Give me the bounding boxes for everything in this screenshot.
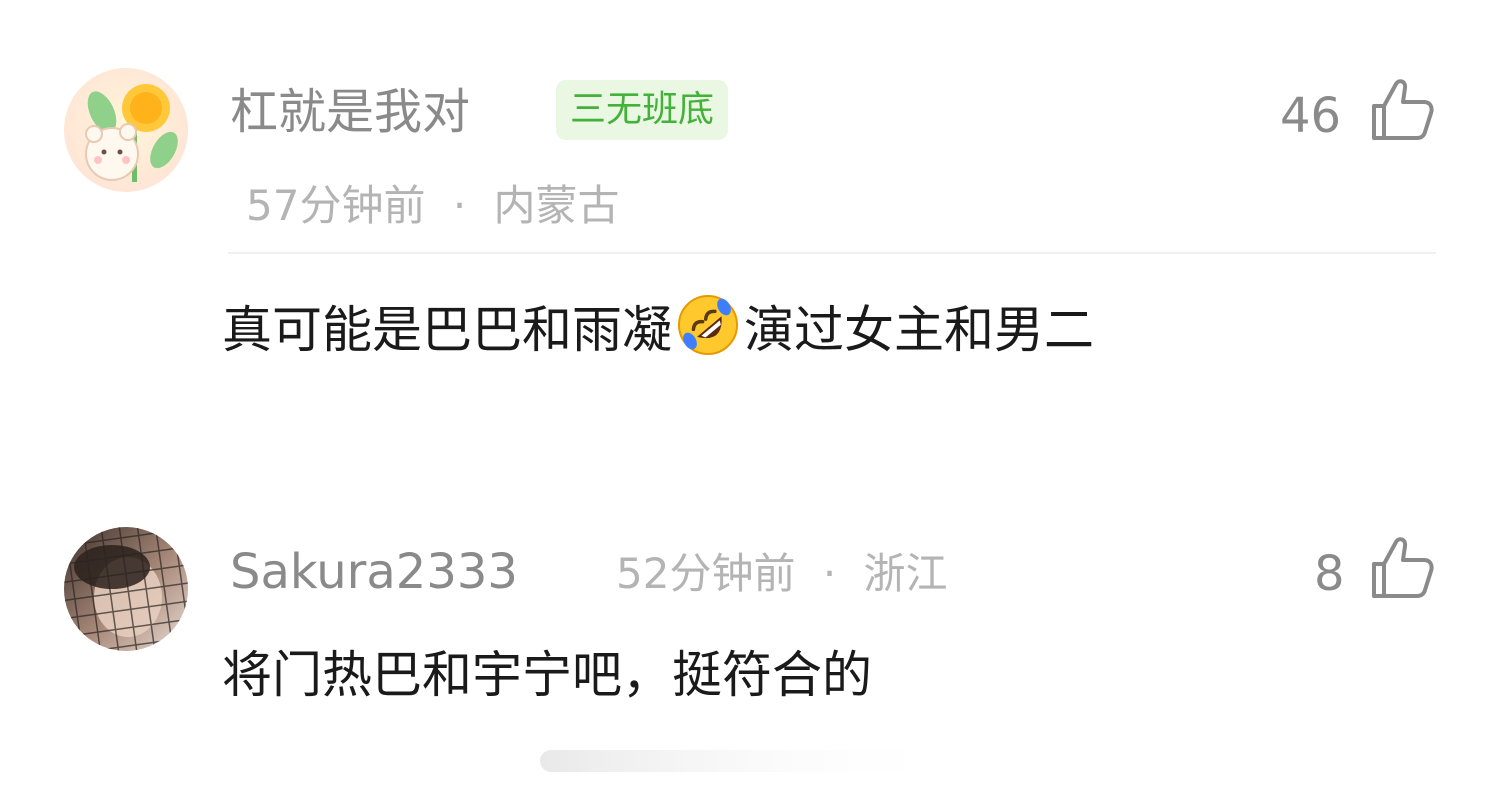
user-badge: 三无班底: [556, 80, 729, 140]
comment-location: 浙江: [863, 549, 948, 598]
divider: [228, 252, 1436, 254]
comment-text: 演过女主和男二: [744, 301, 1094, 359]
comment-content: 将门热巴和宇宁吧，挺符合的: [222, 646, 872, 704]
like-count: 46: [1280, 88, 1342, 144]
comment-time: 57分钟前: [246, 181, 426, 230]
rolling-on-floor-laughing-icon: [676, 293, 740, 357]
comment-meta: 52分钟前 · 浙江: [616, 553, 948, 595]
username[interactable]: Sakura2333: [230, 548, 518, 596]
meta-separator: ·: [822, 549, 837, 598]
username[interactable]: 杠就是我对: [230, 88, 470, 136]
like-count: 8: [1314, 546, 1345, 602]
comment-location: 内蒙古: [493, 181, 620, 230]
comment-text: 真可能是巴巴和雨凝: [222, 301, 672, 359]
comment-content: 真可能是巴巴和雨凝 演过女主和男二: [222, 293, 1094, 357]
avatar[interactable]: [64, 527, 188, 651]
thumbs-up-icon[interactable]: [1368, 534, 1436, 602]
comment-meta: 57分钟前 · 内蒙古: [246, 185, 620, 227]
meta-separator: ·: [452, 181, 467, 230]
thumbs-up-icon[interactable]: [1368, 76, 1436, 144]
avatar[interactable]: [64, 68, 188, 192]
comment-time: 52分钟前: [616, 549, 796, 598]
watermark: [540, 744, 960, 778]
